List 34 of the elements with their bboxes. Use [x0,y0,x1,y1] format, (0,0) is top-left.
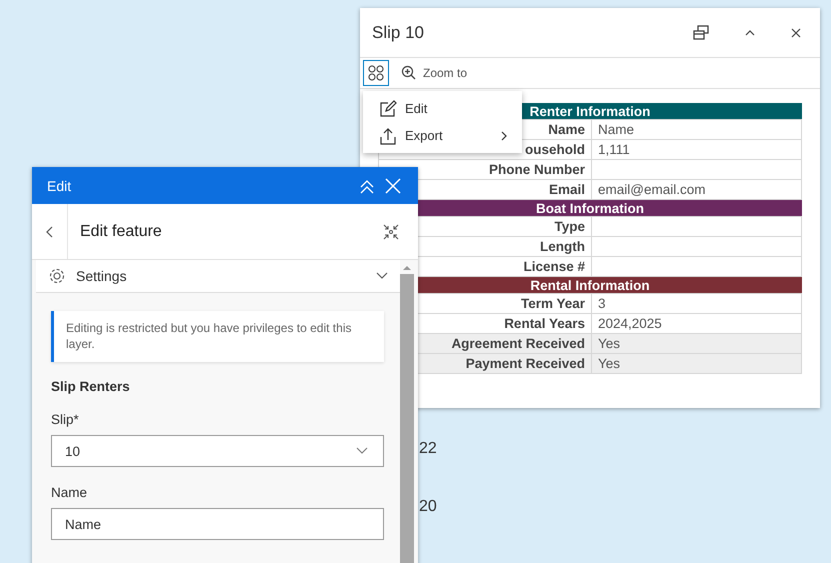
chevron-down-icon [356,447,368,455]
chevron-icon [376,272,388,280]
select-field[interactable]: 10 [51,435,384,467]
map-label: 20 [419,498,437,516]
table-cell: 1,111 [592,140,802,160]
close-icon[interactable] [790,26,802,38]
field-label: Name [51,485,88,500]
zoom-in-icon [401,65,417,81]
scroll-up-icon[interactable] [402,264,412,272]
settings-label: Settings [76,268,128,284]
notice-message: Editing is restricted but you have privileges to edit this layer. [51,311,384,362]
export-icon [379,126,397,144]
actions-button[interactable] [363,60,389,86]
field-label: Slip* [51,412,80,427]
table-cell: Name [592,120,802,140]
group-title: Slip Renters [51,379,131,394]
dock-icon[interactable] [692,24,710,42]
menu-label: Edit [405,101,428,116]
panel-subtitle: Edit feature [79,222,163,240]
table-cell: Yes [592,334,802,354]
edit-icon [379,100,397,118]
table-cell: 3 [592,294,802,314]
minimize-icon[interactable] [382,222,400,240]
panel-title: Edit [47,178,72,194]
table-cell: Yes [592,354,802,374]
gear-icon [48,267,66,285]
double-chevron-up-icon[interactable] [359,178,375,194]
input-field[interactable]: Name [51,508,384,540]
back-icon [46,226,54,238]
zoom-to-button[interactable]: Zoom to [397,65,472,81]
map-label: 22 [419,440,437,458]
four-circles-icon [368,65,384,81]
settings-row[interactable]: Settings [36,260,400,293]
popup-title: Slip 10 [372,22,424,42]
